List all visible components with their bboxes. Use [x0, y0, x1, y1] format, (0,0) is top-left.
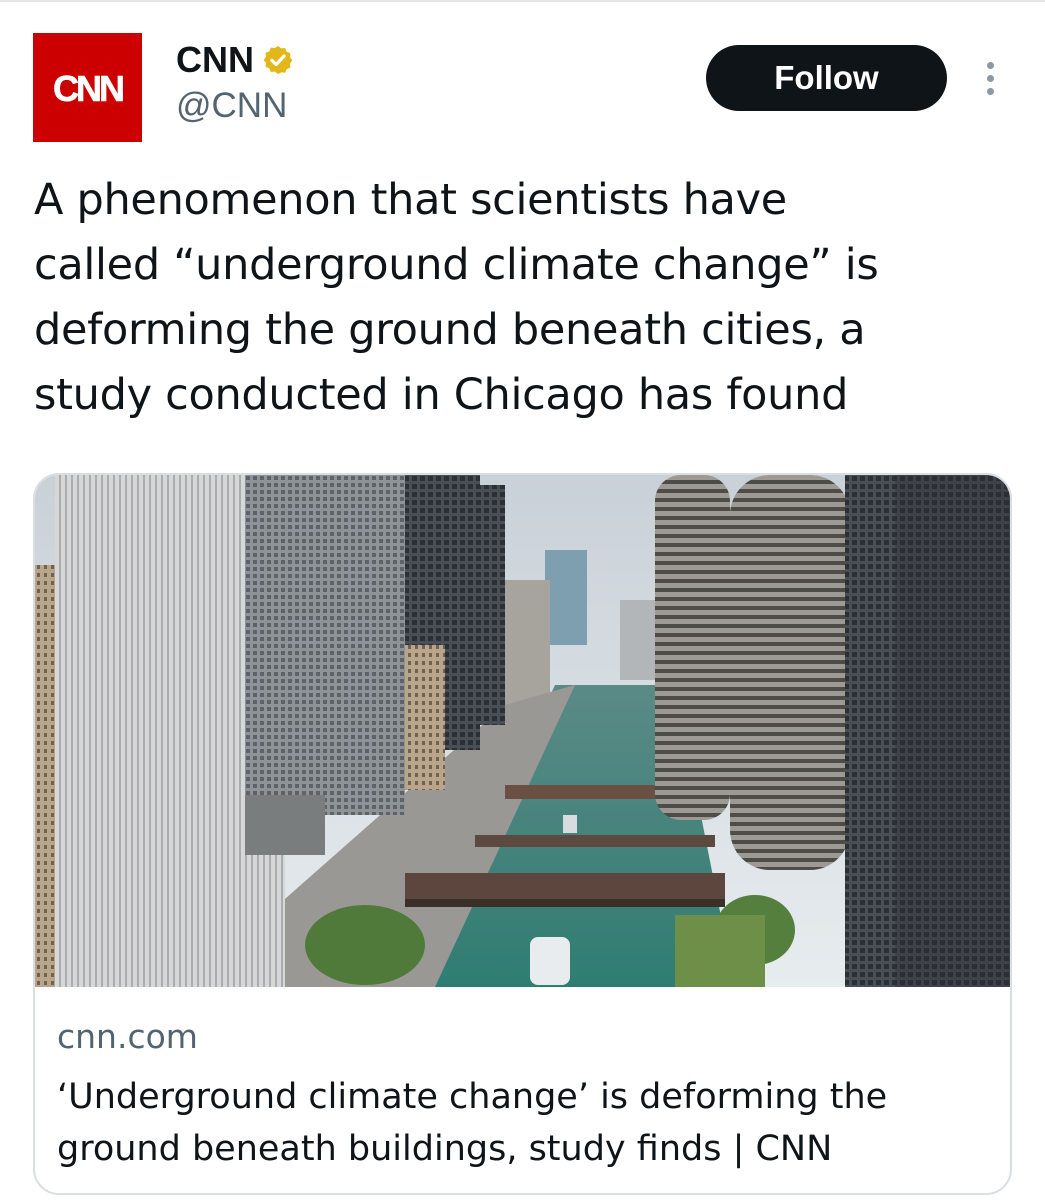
author-name-row: CNN — [176, 38, 294, 82]
link-preview-card[interactable]: cnn.com ‘Underground climate change’ is … — [33, 473, 1012, 1195]
more-dot — [986, 74, 994, 82]
chicago-river-photo — [35, 475, 1010, 987]
link-card-image[interactable] — [35, 475, 1010, 987]
tweet-page: CNN CNN @CNN Follow A phenomenon that sc… — [0, 0, 1045, 1200]
cnn-avatar[interactable]: CNN — [33, 33, 142, 142]
more-dot — [986, 61, 994, 69]
tweet-text-line: study conducted in Chicago has found — [34, 370, 849, 420]
verified-badge-icon[interactable] — [262, 44, 294, 76]
link-card-title-line: ground beneath buildings, study finds | … — [57, 1129, 833, 1169]
link-card-title-line: ‘Underground climate change’ is deformin… — [57, 1077, 888, 1117]
author-display-name[interactable]: CNN — [176, 38, 254, 82]
link-card-title: ‘Underground climate change’ is deformin… — [57, 1071, 987, 1175]
more-dot — [986, 87, 994, 95]
more-options-icon[interactable] — [975, 55, 1005, 101]
tweet-text-line: deforming the ground beneath cities, a — [34, 305, 866, 355]
tweet-text: A phenomenon that scientists have called… — [34, 168, 994, 428]
tweet-text-line: A phenomenon that scientists have — [34, 175, 787, 225]
follow-button[interactable]: Follow — [706, 45, 947, 111]
cnn-logo-icon: CNN — [33, 33, 142, 142]
avatar-logo-text: CNN — [53, 68, 123, 109]
author-handle[interactable]: @CNN — [176, 84, 287, 128]
tweet-text-line: called “underground climate change” is — [34, 240, 879, 290]
top-divider — [0, 0, 1045, 2]
link-card-domain: cnn.com — [57, 1017, 198, 1056]
